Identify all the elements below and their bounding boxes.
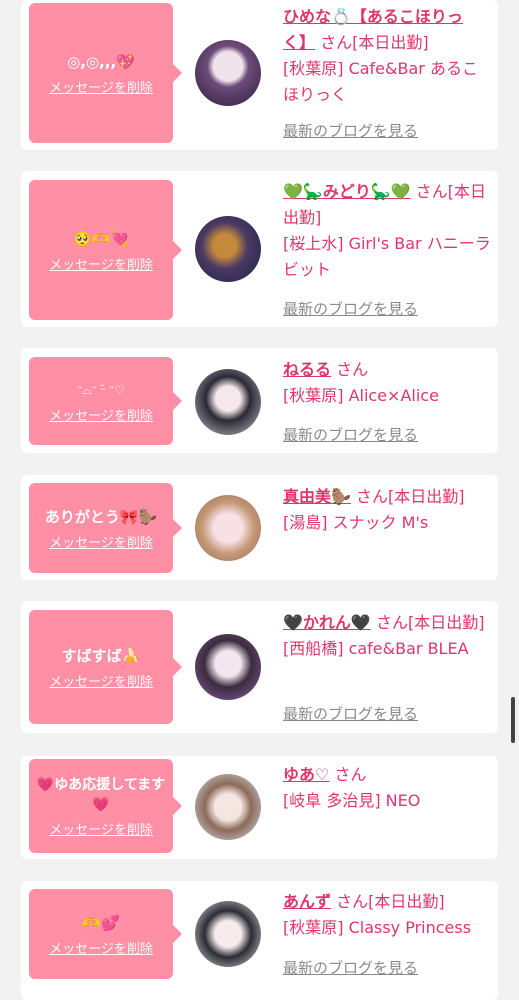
cast-name-link[interactable]: 💚🦕みどり🦕💚 (283, 182, 411, 201)
avatar[interactable] (195, 369, 261, 435)
avatar[interactable] (195, 216, 261, 282)
cast-name-link[interactable]: 真由美🦫 (283, 487, 351, 506)
message-card: 💗ゆあ応援してます💗 メッセージを削除 ゆあ♡ さん [岐阜 多治見] NEO (21, 756, 498, 859)
message-text: ᵔ⌓ᵔ ᵕ̈ ᵔ♡ (77, 382, 125, 397)
delete-message-link[interactable]: メッセージを削除 (49, 819, 153, 838)
delete-message-link[interactable]: メッセージを削除 (49, 671, 153, 690)
cast-name-link[interactable]: あんず (283, 892, 331, 911)
cast-name-link[interactable]: ゆあ♡ (283, 765, 329, 784)
cast-name-link[interactable]: ねるる (283, 360, 331, 379)
cast-info: ゆあ♡ さん [岐阜 多治見] NEO (283, 762, 491, 814)
message-card: ありがとう🎀🦫 メッセージを削除 真由美🦫 さん[本日出勤] [湯島] スナック… (21, 475, 498, 580)
shop-name: [西船橋] cafe&Bar BLEA (283, 639, 469, 658)
cast-info: あんず さん[本日出勤] [秋葉原] Classy Princess (283, 889, 491, 941)
cast-suffix: さん[本日出勤] (375, 613, 485, 632)
cast-info: 真由美🦫 さん[本日出勤] [湯島] スナック M's (283, 484, 491, 536)
cast-info: ひめな💍【あるこほりっく】 さん[本日出勤] [秋葉原] Cafe&Bar ある… (283, 4, 491, 108)
avatar[interactable] (195, 495, 261, 561)
message-bubble: ◎,◎,,,💖 メッセージを削除 (29, 3, 182, 143)
message-bubble: 💗ゆあ応援してます💗 メッセージを削除 (29, 759, 182, 853)
delete-message-link[interactable]: メッセージを削除 (49, 532, 153, 551)
delete-message-link[interactable]: メッセージを削除 (49, 938, 153, 957)
shop-name: [湯島] スナック M's (283, 513, 429, 532)
cast-suffix: さん[本日出勤] (336, 892, 445, 911)
message-text: 💗ゆあ応援してます💗 (36, 776, 166, 813)
avatar[interactable] (195, 634, 261, 700)
message-bubble: 🫶💕 メッセージを削除 (29, 889, 182, 979)
message-text: 🫶💕 (82, 913, 120, 932)
message-card: ◎,◎,,,💖 メッセージを削除 ひめな💍【あるこほりっく】 さん[本日出勤] … (21, 0, 498, 150)
cast-info: ねるる さん [秋葉原] Alice×Alice (283, 357, 491, 409)
cast-info: 💚🦕みどり🦕💚 さん[本日出勤] [桜上水] Girl's Bar ハニーラビッ… (283, 179, 491, 283)
blog-link[interactable]: 最新のブログを見る (283, 424, 418, 445)
message-bubble: ありがとう🎀🦫 メッセージを削除 (29, 483, 182, 573)
shop-name: [秋葉原] Cafe&Bar あるこほりっく (283, 59, 478, 104)
message-text: ありがとう🎀🦫 (44, 507, 158, 526)
message-card: 🫶💕 メッセージを削除 あんず さん[本日出勤] [秋葉原] Classy Pr… (21, 881, 498, 1000)
shop-name: [桜上水] Girl's Bar ハニーラビット (283, 234, 491, 279)
message-text: 🥺🫶💘 (72, 229, 130, 248)
blog-link[interactable]: 最新のブログを見る (283, 120, 418, 141)
cast-suffix: さん[本日出勤] (356, 487, 465, 506)
shop-name: [岐阜 多治見] NEO (283, 791, 421, 810)
message-card: すばすば🍌 メッセージを削除 🖤かれん🖤 さん[本日出勤] [西船橋] cafe… (21, 601, 498, 733)
delete-message-link[interactable]: メッセージを削除 (49, 405, 153, 424)
message-card: 🥺🫶💘 メッセージを削除 💚🦕みどり🦕💚 さん[本日出勤] [桜上水] Girl… (21, 171, 498, 327)
cast-name-link[interactable]: 🖤かれん🖤 (283, 613, 371, 632)
message-text: すばすば🍌 (61, 646, 141, 665)
scrollbar[interactable] (511, 697, 515, 743)
blog-link[interactable]: 最新のブログを見る (283, 703, 418, 724)
message-card: ᵔ⌓ᵔ ᵕ̈ ᵔ♡ メッセージを削除 ねるる さん [秋葉原] Alice×Al… (21, 348, 498, 453)
blog-link[interactable]: 最新のブログを見る (283, 298, 418, 319)
shop-name: [秋葉原] Classy Princess (283, 918, 472, 937)
avatar[interactable] (195, 774, 261, 840)
cast-suffix: さん (336, 360, 369, 379)
blog-link[interactable]: 最新のブログを見る (283, 957, 418, 978)
delete-message-link[interactable]: メッセージを削除 (49, 254, 153, 273)
message-text: ◎,◎,,,💖 (67, 52, 135, 71)
cast-info: 🖤かれん🖤 さん[本日出勤] [西船橋] cafe&Bar BLEA (283, 610, 491, 662)
message-bubble: ᵔ⌓ᵔ ᵕ̈ ᵔ♡ メッセージを削除 (29, 357, 182, 445)
avatar[interactable] (195, 901, 261, 967)
cast-suffix: さん (334, 765, 367, 784)
avatar[interactable] (195, 40, 261, 106)
delete-message-link[interactable]: メッセージを削除 (49, 77, 153, 96)
shop-name: [秋葉原] Alice×Alice (283, 386, 439, 405)
message-bubble: 🥺🫶💘 メッセージを削除 (29, 180, 182, 320)
cast-suffix: さん[本日出勤] (320, 33, 429, 52)
message-bubble: すばすば🍌 メッセージを削除 (29, 610, 182, 724)
